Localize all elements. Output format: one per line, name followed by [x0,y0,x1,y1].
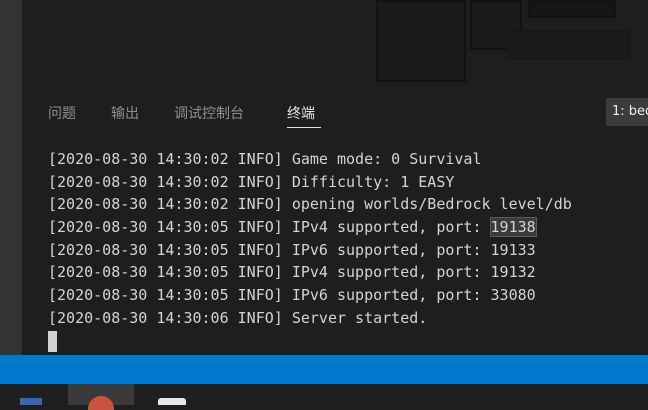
terminal-line: [2020-08-30 14:30:02 INFO] Difficulty: 1… [48,172,455,191]
taskbar-app-explorer[interactable] [14,384,48,405]
terminal-select-dropdown[interactable]: 1: bedrock [606,98,648,126]
tab-debug-console[interactable]: 调试控制台 [174,103,244,123]
terminal-line: [2020-08-30 14:30:05 INFO] IPv6 supporte… [48,286,536,305]
browser-icon [88,396,114,410]
editor-area [0,0,648,88]
terminal-prompt-line[interactable] [48,330,648,353]
terminal-line: [2020-08-30 14:30:05 INFO] IPv4 supporte… [48,216,648,239]
editor-decoration [528,0,616,18]
activity-bar [0,0,22,355]
terminal-line: [2020-08-30 14:30:02 INFO] Game mode: 0 … [48,150,482,168]
tab-terminal[interactable]: 终端 [287,103,315,123]
tab-problems[interactable]: 问题 [48,103,76,123]
editor-decoration [506,30,630,60]
terminal-cursor [48,330,57,352]
folder-icon [20,398,42,405]
selected-port-text[interactable]: 19138 [489,217,537,238]
app-icon [158,398,186,405]
windows-taskbar [0,384,648,410]
taskbar-app-browser[interactable] [68,384,134,410]
terminal-output[interactable]: [2020-08-30 14:30:02 INFO] Game mode: 0 … [48,148,648,355]
terminal-line: [2020-08-30 14:30:02 INFO] opening world… [48,195,572,214]
terminal-line: [2020-08-30 14:30:05 INFO] IPv4 supporte… [48,263,536,282]
active-tab-indicator [287,127,321,128]
terminal-line-text: [2020-08-30 14:30:05 INFO] IPv4 supporte… [48,218,491,237]
terminal-line: [2020-08-30 14:30:05 INFO] IPv6 supporte… [48,240,536,259]
terminal-line: [2020-08-30 14:30:06 INFO] Server starte… [48,308,428,327]
panel-tabs: 问题 输出 调试控制台 终端 1: bedrock [22,88,648,138]
tab-output[interactable]: 输出 [111,103,139,123]
bottom-panel: 问题 输出 调试控制台 终端 1: bedrock [2020-08-30 14… [22,88,648,355]
status-bar [0,355,648,384]
taskbar-app-generic[interactable] [150,384,194,405]
editor-decoration [376,0,466,82]
